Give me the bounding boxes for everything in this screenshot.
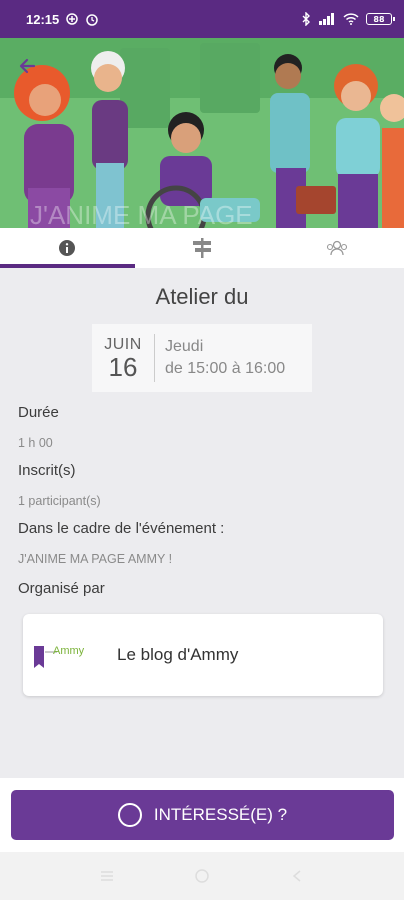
tab-info[interactable] xyxy=(0,228,135,268)
status-time: 12:15 xyxy=(26,11,60,27)
nav-recents-button[interactable] xyxy=(92,861,122,891)
menu-icon xyxy=(101,871,114,881)
notification-icon xyxy=(66,13,78,25)
duration-label: Durée xyxy=(18,404,59,421)
wifi-icon xyxy=(343,13,359,25)
date-time-range: de 15:00 à 16:00 xyxy=(165,360,286,377)
date-badge: JUIN 16 xyxy=(92,334,155,382)
signal-icon xyxy=(319,13,334,25)
organizer-logo: Ammy xyxy=(33,640,95,670)
arrow-left-icon xyxy=(19,58,36,74)
battery-icon: 88 xyxy=(366,13,395,25)
alarm-icon xyxy=(86,14,98,26)
interested-button-label: INTÉRESSÉ(E) ? xyxy=(153,805,288,824)
registered-label: Inscrit(s) xyxy=(18,462,76,479)
organizer-card[interactable]: Ammy Le blog d'Ammy xyxy=(23,614,383,696)
tab-bar xyxy=(0,228,404,268)
status-bar: 12:15 88 xyxy=(0,0,404,38)
organizer-name: Le blog d'Ammy xyxy=(117,645,239,664)
status-left-icons xyxy=(65,12,99,26)
signpost-icon xyxy=(193,238,211,258)
context-value[interactable]: J'ANIME MA PAGE AMMY ! xyxy=(18,552,172,566)
event-date-box: JUIN 16 Jeudi de 15:00 à 16:00 xyxy=(92,324,312,392)
battery-level: 88 xyxy=(373,14,385,24)
hero-overlay-text: J'ANIME MA PAGE xyxy=(30,200,253,228)
back-button[interactable] xyxy=(14,52,42,80)
interested-button[interactable]: INTÉRESSÉ(E) ? xyxy=(11,790,394,840)
bluetooth-icon xyxy=(302,12,310,26)
page-title: Atelier du xyxy=(155,284,249,309)
tab-participants[interactable] xyxy=(269,228,404,268)
nav-back-button[interactable] xyxy=(282,861,312,891)
status-right-icons: 88 xyxy=(301,12,395,26)
system-nav-bar xyxy=(0,852,404,900)
back-chevron-icon xyxy=(292,870,301,882)
date-weekday: Jeudi xyxy=(165,338,204,355)
date-details: Jeudi de 15:00 à 16:00 xyxy=(155,336,285,380)
tab-signpost[interactable] xyxy=(135,228,270,268)
home-circle-icon xyxy=(195,869,209,883)
nav-home-button[interactable] xyxy=(187,861,217,891)
context-label: Dans le cadre de l'événement : xyxy=(18,520,225,537)
radio-circle-icon xyxy=(117,803,142,827)
hero-banner: J'ANIME MA PAGE xyxy=(0,38,404,228)
organizer-logo-text: Ammy xyxy=(53,645,85,657)
group-icon xyxy=(326,240,347,256)
duration-value: 1 h 00 xyxy=(18,436,53,450)
date-day: 16 xyxy=(108,352,138,382)
organizer-label: Organisé par xyxy=(18,580,105,597)
hero-illustration: J'ANIME MA PAGE xyxy=(0,38,404,228)
info-icon xyxy=(59,240,76,256)
registered-value: 1 participant(s) xyxy=(18,494,101,508)
